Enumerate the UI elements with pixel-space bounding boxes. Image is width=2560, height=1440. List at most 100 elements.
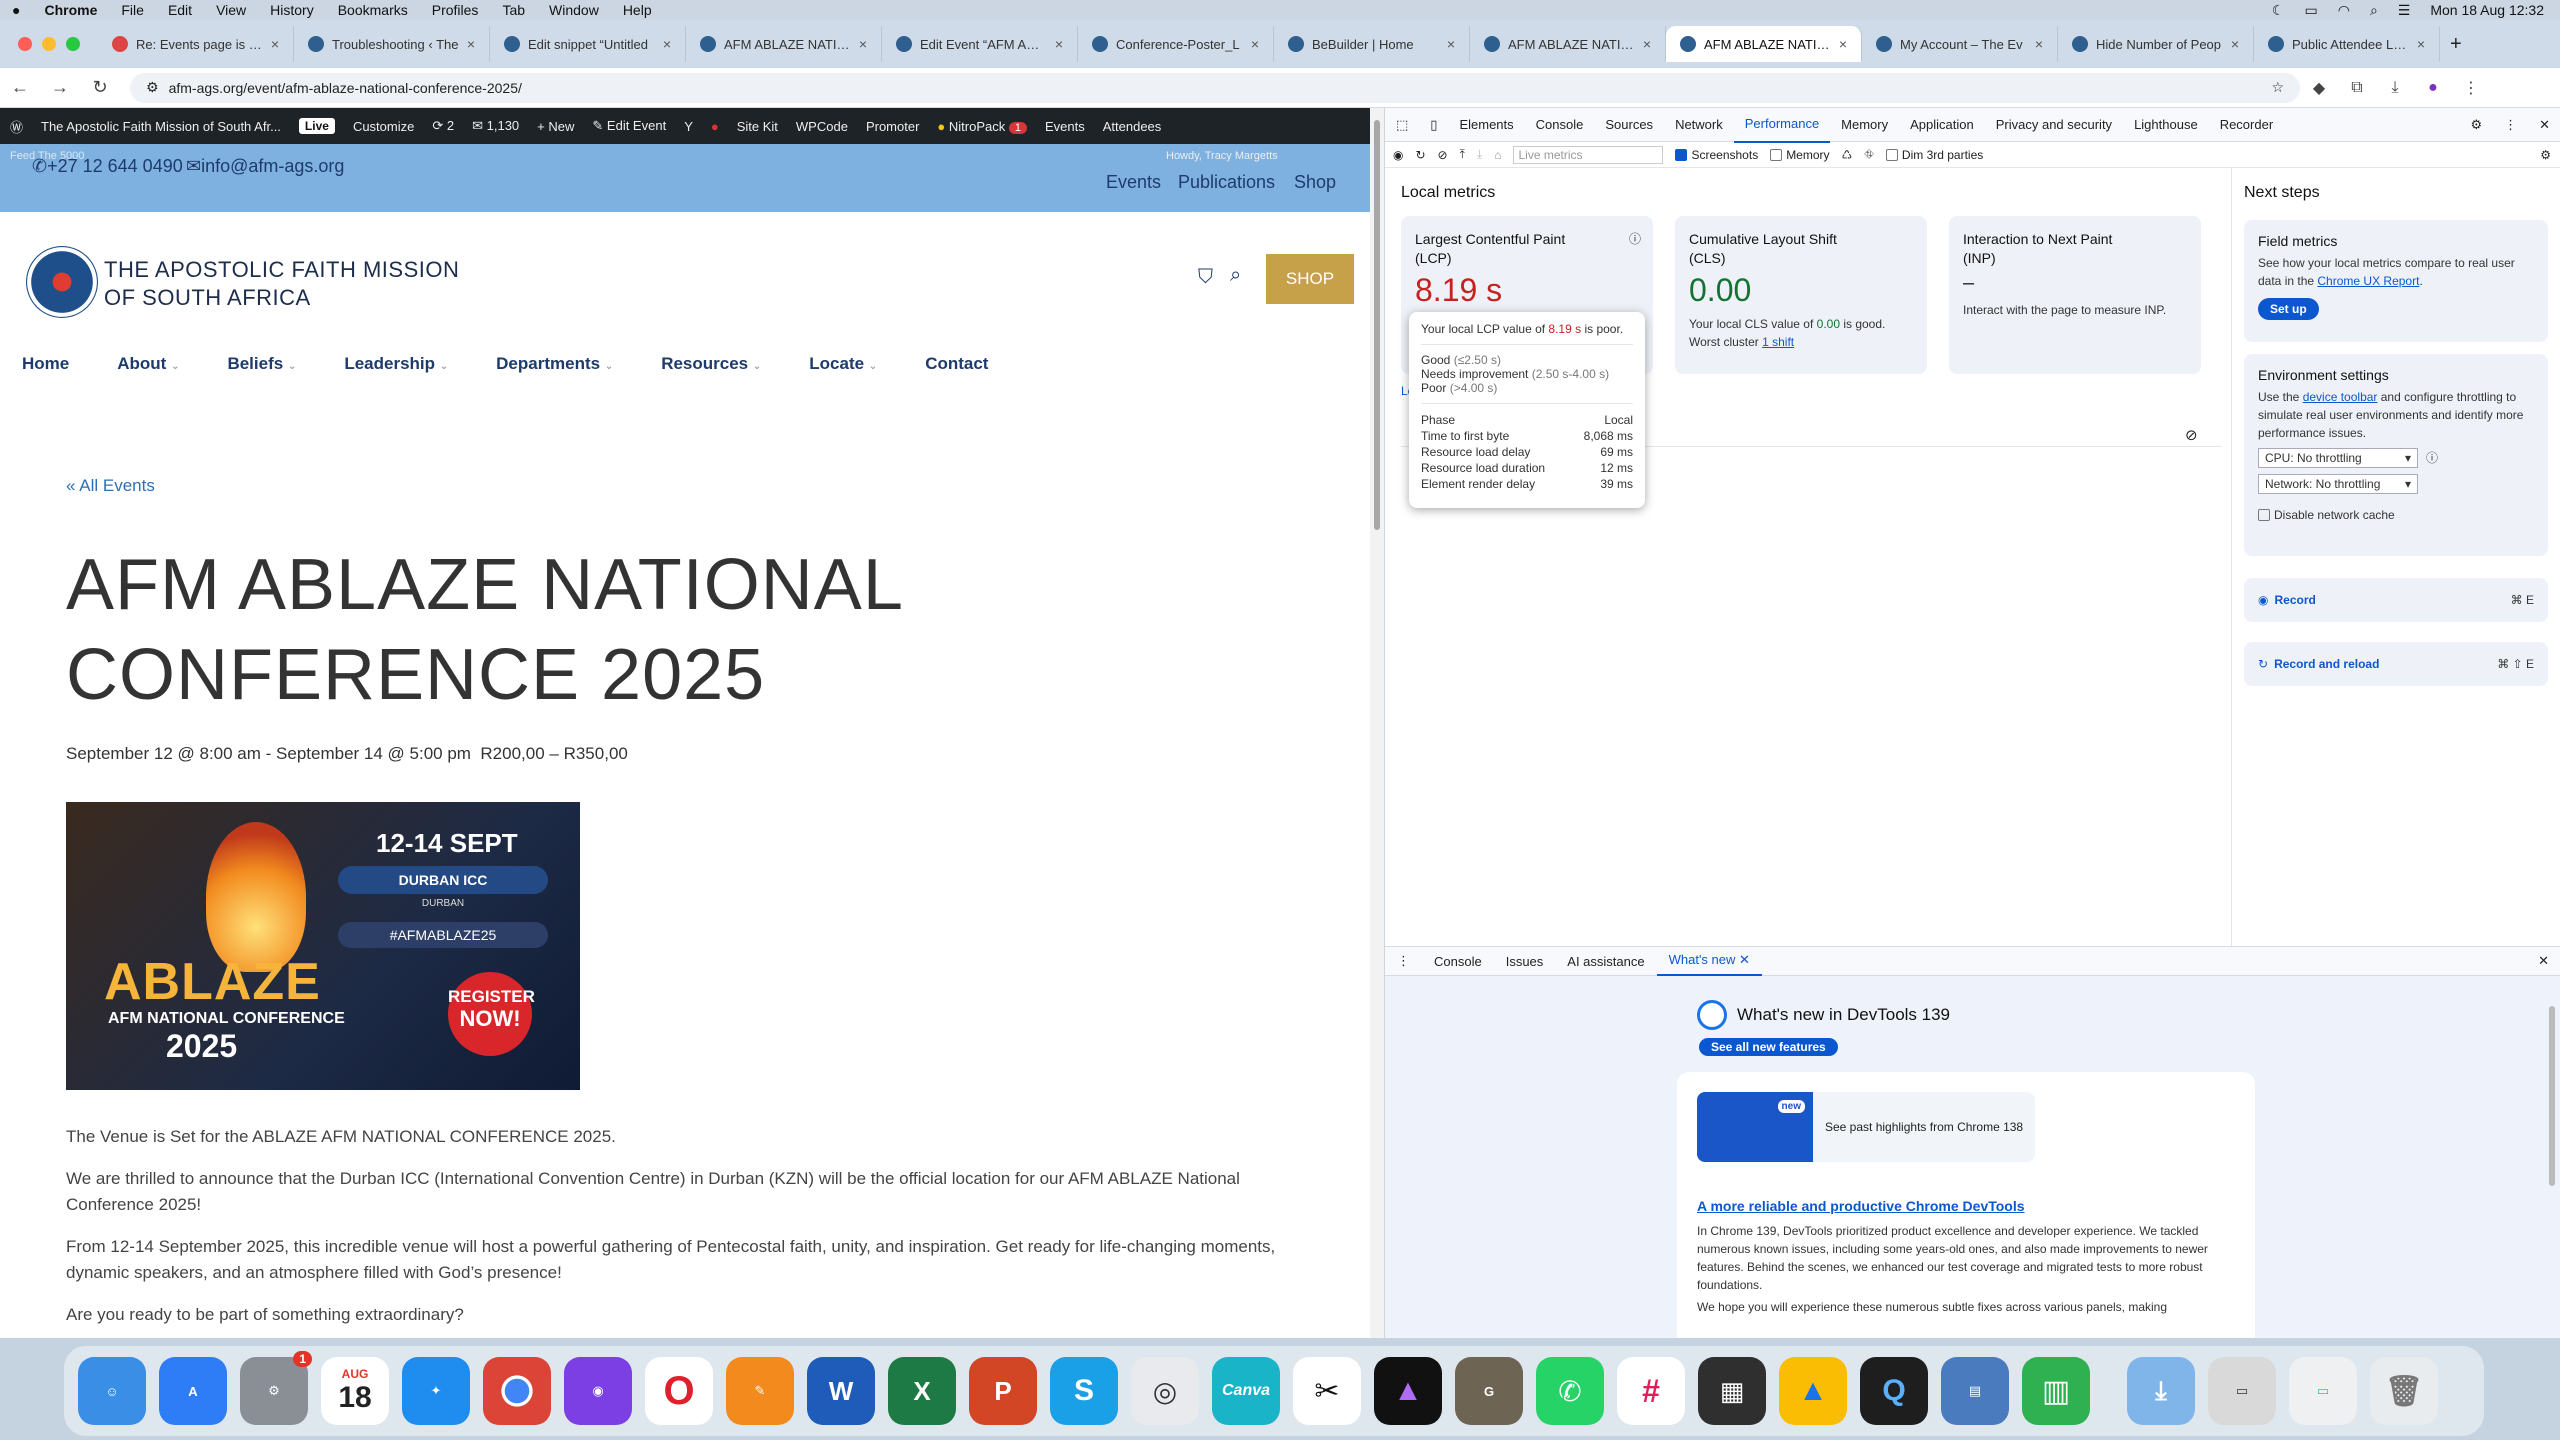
event-poster[interactable]: 12-14 SEPT DURBAN ICC DURBAN #AFMABLAZE2… (66, 802, 580, 1090)
close-tab-icon[interactable]: × (1251, 36, 1259, 52)
devtools-close-icon[interactable]: ✕ (2528, 108, 2560, 142)
browser-tab-active[interactable]: AFM ABLAZE NATION × (1666, 26, 1862, 62)
see-all-features-button[interactable]: See all new features (1699, 1038, 1838, 1056)
drawer-tab-whats-new[interactable]: What's new ✕ (1656, 946, 1762, 976)
tab-network[interactable]: Network (1664, 108, 1734, 142)
wp-comments[interactable]: ✉ 1,130 (472, 118, 519, 134)
record-reload-button[interactable]: ↻ Record and reload ⌘ ⇧ E (2244, 642, 2548, 686)
firefox-icon[interactable]: ◉ (564, 1357, 632, 1425)
safari-icon[interactable]: ✦ (402, 1357, 470, 1425)
menu-view[interactable]: View (204, 2, 258, 18)
browser-tab[interactable]: BeBuilder | Home × (1274, 26, 1470, 62)
wp-updates[interactable]: ⟳ 2 (432, 118, 454, 134)
reload-icon[interactable]: ↻ (80, 77, 120, 98)
close-tab-icon[interactable]: × (663, 36, 671, 52)
tab-recorder[interactable]: Recorder (2209, 108, 2284, 142)
close-tab-icon[interactable]: × (1839, 36, 1847, 52)
new-tab-icon[interactable]: + (2440, 33, 2472, 56)
top-link-events[interactable]: Events (1106, 172, 1161, 193)
app-store-icon[interactable]: A (159, 1357, 227, 1425)
screenshots-checkbox[interactable]: Screenshots (1675, 148, 1758, 162)
preview-icon[interactable]: ▤ (1941, 1357, 2009, 1425)
excel-icon[interactable]: X (888, 1357, 956, 1425)
wp-edit-event[interactable]: ✎ Edit Event (592, 118, 666, 134)
clear-interactions-icon[interactable]: ⊘ (2185, 426, 2198, 444)
device-toolbar-link[interactable]: device toolbar (2303, 390, 2378, 404)
site-info-icon[interactable]: ⚙ (146, 79, 159, 96)
word-icon[interactable]: W (807, 1357, 875, 1425)
calendar-icon[interactable]: AUG 18 (321, 1357, 389, 1425)
inspect-icon[interactable]: ⬚ (1385, 108, 1419, 142)
settings-gear-icon[interactable]: ⚙ (2459, 108, 2493, 142)
browser-tab[interactable]: Public Attendee List - × (2254, 26, 2440, 62)
menu-window[interactable]: Window (537, 2, 611, 18)
clock[interactable]: Mon 18 Aug 12:32 (2430, 2, 2544, 18)
gimp-icon[interactable]: G (1455, 1357, 1523, 1425)
browser-tab[interactable]: AFM ABLAZE NATION × (1470, 26, 1666, 62)
extensions-puzzle-icon[interactable]: ⧉ (2338, 79, 2376, 97)
disable-cache-checkbox[interactable]: Disable network cache (2258, 506, 2395, 524)
download-icon[interactable]: ⤓ (2376, 79, 2414, 97)
tab-console[interactable]: Console (1525, 108, 1595, 142)
record-icon[interactable]: ◉ (1393, 148, 1403, 162)
cpu-throttling-select[interactable]: CPU: No throttling (2258, 448, 2418, 468)
tab-performance[interactable]: Performance (1733, 107, 1831, 143)
upload-icon[interactable]: ⤒ (1460, 147, 1465, 162)
wp-events[interactable]: Events (1045, 119, 1085, 134)
wp-attendees[interactable]: Attendees (1103, 119, 1162, 134)
tab-sources[interactable]: Sources (1594, 108, 1664, 142)
more-menu-icon[interactable]: ⋮ (2452, 78, 2490, 98)
drawer-menu-icon[interactable]: ⋮ (1385, 953, 1422, 969)
menu-help[interactable]: Help (611, 2, 664, 18)
dim-3rd-checkbox[interactable]: Dim 3rd parties (1885, 148, 1983, 162)
device-toggle-icon[interactable]: ▯ (1419, 108, 1448, 142)
affinity-icon[interactable]: ▲ (1374, 1357, 1442, 1425)
cart-icon[interactable]: ⛉ (1198, 266, 1213, 289)
wp-nitropack[interactable]: ● NitroPack 1 (937, 119, 1027, 134)
menu-file[interactable]: File (109, 2, 156, 18)
nav-home[interactable]: Home (22, 354, 69, 388)
nav-beliefs[interactable]: Beliefs ⌄ (227, 354, 296, 388)
site-title[interactable]: THE APOSTOLIC FAITH MISSION OF SOUTH AFRI… (104, 256, 459, 312)
browser-tab[interactable]: Hide Number of Peop × (2058, 26, 2254, 62)
recent-files-icon[interactable]: ▭ (2208, 1357, 2276, 1425)
capture-settings-icon[interactable]: ⚙ (2540, 148, 2560, 162)
worst-cluster-link[interactable]: 1 shift (1762, 335, 1794, 349)
info-icon[interactable]: ⓘ (2426, 449, 2438, 467)
opera-icon[interactable]: O (645, 1357, 713, 1425)
chrome-icon[interactable] (483, 1357, 551, 1425)
network-throttle-icon[interactable]: ⛗ (1864, 147, 1874, 162)
memory-checkbox[interactable]: Memory (1770, 148, 1830, 162)
quicktime-icon[interactable]: Q (1860, 1357, 1928, 1425)
tab-privacy[interactable]: Privacy and security (1985, 108, 2123, 142)
powerpoint-icon[interactable]: P (969, 1357, 1037, 1425)
wp-wpcode[interactable]: WPCode (796, 119, 848, 134)
trash-icon[interactable]: 🗑 (2370, 1357, 2438, 1425)
nav-leadership[interactable]: Leadership ⌄ (344, 354, 448, 388)
moon-icon[interactable]: ☾ (2272, 2, 2285, 19)
devtools-more-icon[interactable]: ⋮ (2493, 108, 2528, 142)
url-bar[interactable]: ⚙ afm-ags.org/event/afm-ablaze-national-c… (130, 72, 2300, 103)
clear-icon[interactable]: ⊘ (1438, 148, 1448, 162)
yoast-icon[interactable]: Y (684, 119, 693, 134)
drawer-tab-console[interactable]: Console (1422, 954, 1494, 969)
network-throttling-select[interactable]: Network: No throttling (2258, 474, 2418, 494)
top-link-publications[interactable]: Publications (1178, 172, 1275, 193)
close-window-icon[interactable] (18, 37, 32, 51)
battery-icon[interactable]: ▭ (2304, 2, 2317, 19)
tab-application[interactable]: Application (1899, 108, 1985, 142)
wp-new[interactable]: + New (537, 119, 574, 134)
google-ads-icon[interactable]: ▲ (1779, 1357, 1847, 1425)
menu-history[interactable]: History (258, 2, 326, 18)
top-link-shop[interactable]: Shop (1294, 172, 1336, 193)
browser-tab[interactable]: Conference-Poster_L × (1078, 26, 1274, 62)
close-tab-icon[interactable]: × (467, 36, 475, 52)
devtools-article-link[interactable]: A more reliable and productive Chrome De… (1697, 1198, 2025, 1214)
menu-edit[interactable]: Edit (156, 2, 204, 18)
menu-app-name[interactable]: Chrome (32, 2, 109, 18)
howdy-text[interactable]: Howdy, Tracy Margetts (1166, 150, 1278, 162)
drawer-tab-issues[interactable]: Issues (1494, 954, 1556, 969)
garbage-icon[interactable]: ♺ (1842, 148, 1853, 162)
stacked-files-icon[interactable]: ▭ (2289, 1357, 2357, 1425)
download-icon[interactable]: ⤓ (1477, 147, 1482, 162)
